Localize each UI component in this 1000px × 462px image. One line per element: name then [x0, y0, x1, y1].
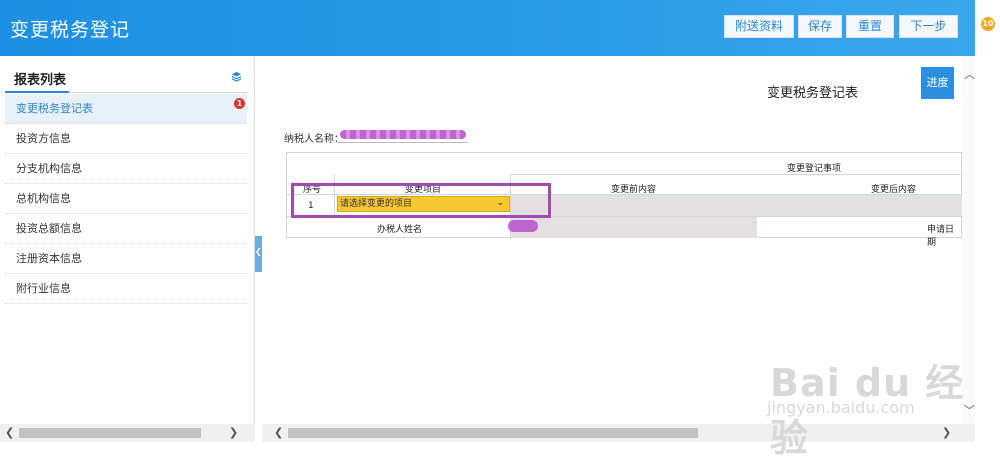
group-header: 变更登记事项 — [787, 164, 842, 174]
page-title: 变更税务登记 — [10, 19, 131, 41]
sidebar-item-label: 注册资本信息 — [16, 252, 82, 265]
reset-button[interactable]: 重置 — [846, 15, 894, 38]
scroll-up-icon[interactable]: ︿ — [964, 66, 975, 82]
before-after-content-field[interactable] — [511, 195, 963, 216]
table-divider — [510, 174, 963, 175]
highlight-annotation-box — [291, 183, 551, 218]
notification-badge[interactable]: 10 — [981, 17, 995, 31]
sidebar-title: 报表列表 — [14, 73, 67, 88]
sidebar-collapse-handle[interactable]: ❮ — [255, 236, 262, 272]
sidebar-header: 报表列表 — [5, 66, 249, 93]
sidebar-item-label: 投资总额信息 — [16, 222, 82, 235]
collapse-left-icon: ❮ — [255, 247, 262, 256]
scroll-right-icon[interactable]: ❯ — [229, 426, 238, 439]
sidebar-item-change-tax-registration[interactable]: 变更税务登记表 1 — [5, 94, 247, 124]
apply-date-label: 申请日期 — [927, 225, 955, 248]
sidebar-title-underline — [5, 91, 69, 93]
layers-icon[interactable] — [231, 71, 242, 82]
sidebar-item-label: 投资方信息 — [16, 132, 71, 145]
progress-button[interactable]: 进度 — [921, 67, 954, 99]
watermark-url: jingyan.baidu.com — [767, 398, 915, 417]
sidebar-item-label: 分支机构信息 — [16, 162, 82, 175]
redaction-scribble — [340, 130, 466, 139]
scroll-left-icon[interactable]: ❮ — [274, 426, 283, 439]
save-button[interactable]: 保存 — [798, 15, 842, 38]
sidebar-item-total-investment-info[interactable]: 投资总额信息 — [5, 214, 247, 244]
scrollbar-thumb[interactable] — [288, 428, 698, 438]
next-step-button[interactable]: 下一步 — [899, 15, 958, 38]
sidebar-item-registered-capital-info[interactable]: 注册资本信息 — [5, 244, 247, 274]
redaction-scribble — [508, 220, 538, 232]
sidebar-item-label: 总机构信息 — [16, 192, 71, 205]
sidebar-item-industry-info[interactable]: 附行业信息 — [5, 274, 247, 304]
baidu-jingyan-watermark: Bai du 经验 jingyan.baidu.com — [767, 352, 1000, 462]
sidebar-item-branch-info[interactable]: 分支机构信息 — [5, 154, 247, 184]
col-header-before: 变更前内容 — [611, 185, 657, 195]
sidebar-item-label: 变更税务登记表 — [16, 102, 93, 115]
sidebar-horizontal-scrollbar[interactable]: ❮ ❯ — [0, 424, 255, 442]
attach-materials-button[interactable]: 附送资料 — [724, 15, 794, 38]
sidebar-item-headquarters-info[interactable]: 总机构信息 — [5, 184, 247, 214]
scrollbar-thumb[interactable] — [19, 428, 201, 438]
taxpayer-name-label: 纳税人名称： — [284, 134, 344, 145]
sidebar-item-investor-info[interactable]: 投资方信息 — [5, 124, 247, 154]
scroll-left-icon[interactable]: ❮ — [5, 426, 14, 439]
agent-name-field[interactable] — [511, 217, 757, 238]
alert-badge: 1 — [234, 98, 245, 109]
form-title: 变更税务登记表 — [767, 86, 859, 101]
sidebar-item-label: 附行业信息 — [16, 282, 71, 295]
col-header-after: 变更后内容 — [871, 185, 917, 195]
app-header: 变更税务登记 附送资料 保存 重置 下一步 — [0, 0, 975, 56]
agent-name-label: 办税人姓名 — [377, 225, 423, 235]
report-list-sidebar: 报表列表 变更税务登记表 1 投资方信息 分支机构信息 总机构信息 投资总额信息… — [0, 56, 255, 442]
taxpayer-name-field — [338, 128, 468, 143]
